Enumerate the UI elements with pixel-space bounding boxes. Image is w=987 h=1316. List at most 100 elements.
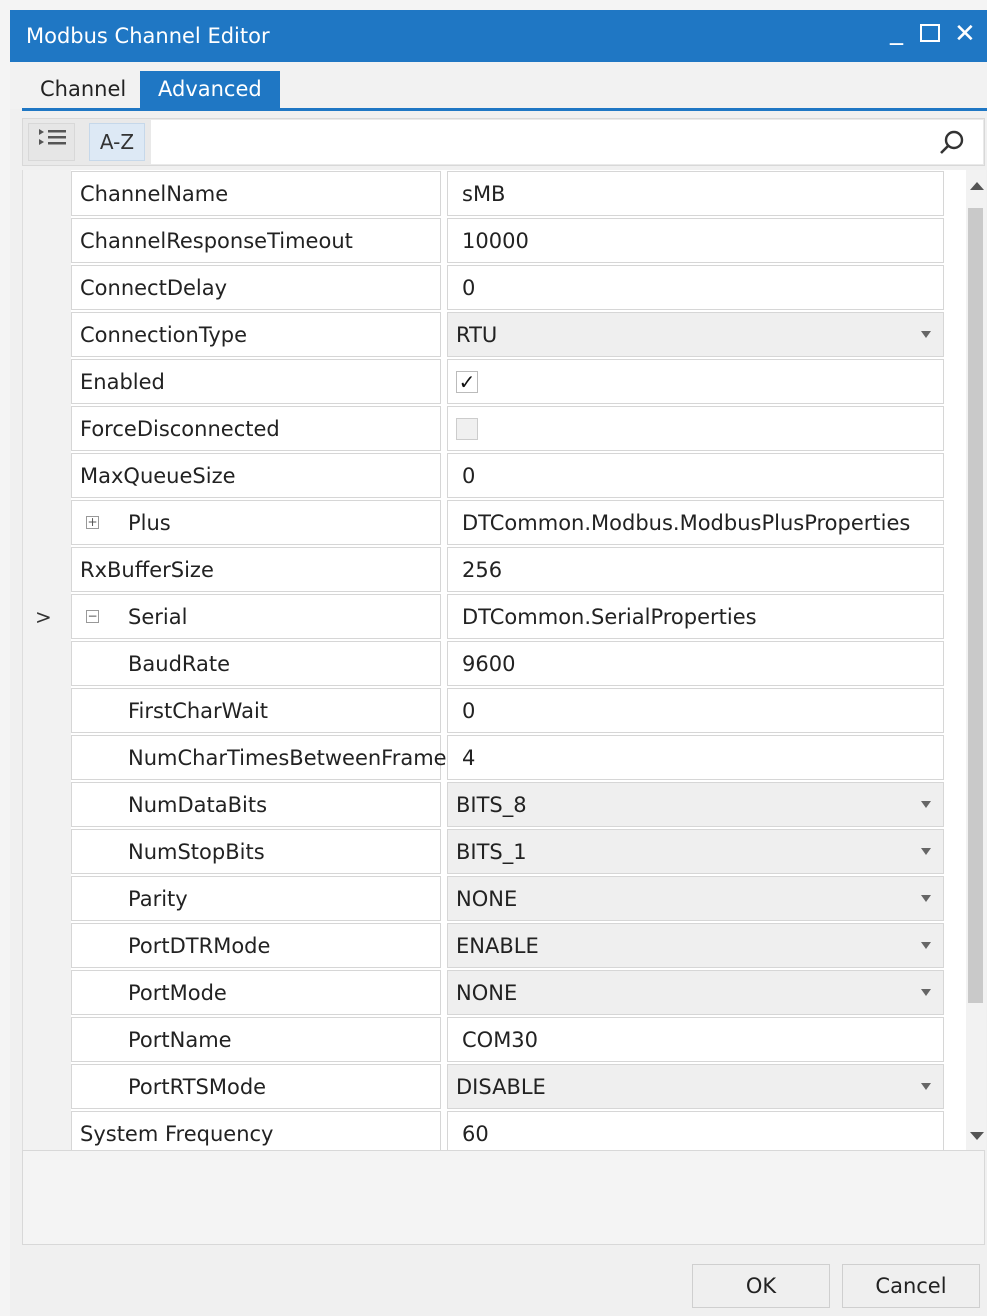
property-value-text: 0 [462, 699, 476, 723]
property-name-label: FirstCharWait [128, 699, 269, 723]
alphabetical-sort-button[interactable]: A-Z [89, 123, 145, 161]
property-value[interactable]: NONE [447, 970, 944, 1015]
categorized-view-button[interactable] [28, 123, 75, 161]
property-name: RxBufferSize [71, 547, 441, 592]
property-value[interactable] [447, 406, 944, 451]
collapse-icon[interactable]: − [86, 610, 99, 623]
property-row[interactable]: NumStopBits BITS_1 [71, 829, 964, 876]
property-grid: ChannelName sMB ChannelResponseTimeout 1000… [22, 170, 986, 1150]
property-value[interactable]: 0 [447, 265, 944, 310]
property-row[interactable]: BaudRate 9600 [71, 641, 964, 688]
property-value[interactable]: 0 [447, 688, 944, 733]
grid-row-margin [23, 170, 71, 1150]
property-value[interactable]: 9600 [447, 641, 944, 686]
property-value[interactable]: 256 [447, 547, 944, 592]
property-value[interactable]: DTCommon.Modbus.ModbusPlusProperties [447, 500, 944, 545]
property-value-text: 0 [462, 276, 476, 300]
close-icon[interactable]: ✕ [954, 19, 976, 49]
property-row[interactable]: + Plus DTCommon.Modbus.ModbusPlusPropertie… [71, 500, 964, 547]
property-row[interactable]: FirstCharWait 0 [71, 688, 964, 735]
property-row[interactable]: Enabled ✓ [71, 359, 964, 406]
dropdown-arrow-icon[interactable] [921, 1083, 931, 1090]
dropdown-arrow-icon[interactable] [921, 989, 931, 996]
property-name-label: MaxQueueSize [80, 464, 236, 488]
property-name-label: PortName [128, 1028, 232, 1052]
property-name-label: Enabled [80, 370, 165, 394]
property-name-label: RxBufferSize [80, 558, 214, 582]
property-row[interactable]: PortMode NONE [71, 970, 964, 1017]
property-row[interactable]: MaxQueueSize 0 [71, 453, 964, 500]
property-value-text: NONE [456, 981, 518, 1005]
dropdown-arrow-icon[interactable] [921, 331, 931, 338]
property-value[interactable]: NONE [447, 876, 944, 921]
property-name: ConnectDelay [71, 265, 441, 310]
property-row[interactable]: NumCharTimesBetweenFrames 4 [71, 735, 964, 782]
search-icon[interactable] [938, 129, 966, 157]
property-value[interactable]: 4 [447, 735, 944, 780]
dropdown-arrow-icon[interactable] [921, 801, 931, 808]
dropdown-arrow-icon[interactable] [921, 895, 931, 902]
property-row[interactable]: ConnectionType RTU [71, 312, 964, 359]
modbus-channel-editor-window: Modbus Channel Editor _ ✕ Channel Advanc… [10, 10, 987, 1316]
property-row[interactable]: ChannelName sMB [71, 171, 964, 218]
property-value[interactable]: DTCommon.SerialProperties [447, 594, 944, 639]
property-row[interactable]: PortDTRMode ENABLE [71, 923, 964, 970]
property-name: PortRTSMode [71, 1064, 441, 1109]
property-row[interactable]: ConnectDelay 0 [71, 265, 964, 312]
property-value-text: BITS_1 [456, 840, 527, 864]
property-value[interactable]: ENABLE [447, 923, 944, 968]
property-name-label: Serial [128, 605, 188, 629]
cancel-button[interactable]: Cancel [842, 1264, 980, 1308]
title-bar[interactable]: Modbus Channel Editor _ ✕ [10, 10, 987, 62]
force-disconnected-checkbox[interactable] [456, 418, 478, 440]
property-name: ChannelName [71, 171, 441, 216]
expand-icon[interactable]: + [86, 516, 99, 529]
scroll-up-icon[interactable] [970, 182, 984, 190]
selected-row-indicator-icon: > [35, 605, 52, 629]
property-value-text: BITS_8 [456, 793, 527, 817]
property-value[interactable]: BITS_1 [447, 829, 944, 874]
window-title: Modbus Channel Editor [26, 24, 270, 48]
property-value-text: ENABLE [456, 934, 539, 958]
property-name: ConnectionType [71, 312, 441, 357]
property-name: PortMode [71, 970, 441, 1015]
property-value[interactable]: 10000 [447, 218, 944, 263]
property-row[interactable]: > − Serial DTCommon.SerialProperties [35, 594, 964, 641]
scroll-down-icon[interactable] [970, 1132, 984, 1140]
property-name-label: ConnectionType [80, 323, 248, 347]
property-value[interactable]: BITS_8 [447, 782, 944, 827]
dropdown-arrow-icon[interactable] [921, 942, 931, 949]
minimize-icon[interactable]: _ [890, 16, 903, 46]
property-row[interactable]: ChannelResponseTimeout 10000 [71, 218, 964, 265]
tab-advanced[interactable]: Advanced [140, 71, 280, 108]
enabled-checkbox[interactable]: ✓ [456, 371, 478, 393]
property-row[interactable]: ForceDisconnected [71, 406, 964, 453]
property-row[interactable]: System Frequency 60 [71, 1111, 964, 1150]
maximize-icon[interactable] [920, 19, 940, 49]
property-value[interactable]: RTU [447, 312, 944, 357]
property-row[interactable]: PortRTSMode DISABLE [71, 1064, 964, 1111]
property-value[interactable]: ✓ [447, 359, 944, 404]
property-value[interactable]: 0 [447, 453, 944, 498]
property-row[interactable]: Parity NONE [71, 876, 964, 923]
property-value[interactable]: DISABLE [447, 1064, 944, 1109]
property-name: BaudRate [71, 641, 441, 686]
scroll-thumb[interactable] [968, 208, 983, 1003]
property-name-label: BaudRate [128, 652, 231, 676]
property-name-label: NumStopBits [128, 840, 265, 864]
property-value[interactable]: sMB [447, 171, 944, 216]
dropdown-arrow-icon[interactable] [921, 848, 931, 855]
vertical-scrollbar[interactable] [966, 170, 986, 1150]
property-value[interactable]: COM30 [447, 1017, 944, 1062]
property-row[interactable]: PortName COM30 [71, 1017, 964, 1064]
ok-button[interactable]: OK [692, 1264, 830, 1308]
property-row[interactable]: RxBufferSize 256 [71, 547, 964, 594]
search-input[interactable] [151, 120, 983, 164]
property-row[interactable]: NumDataBits BITS_8 [71, 782, 964, 829]
property-value[interactable]: 60 [447, 1111, 944, 1150]
property-name-label: Parity [128, 887, 188, 911]
property-value-text: 10000 [462, 229, 529, 253]
property-name: MaxQueueSize [71, 453, 441, 498]
property-name: PortName [71, 1017, 441, 1062]
tab-channel[interactable]: Channel [22, 71, 144, 108]
